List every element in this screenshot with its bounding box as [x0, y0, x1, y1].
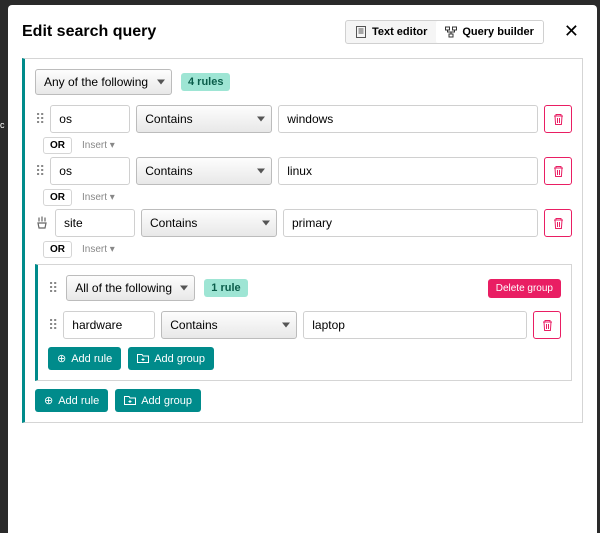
connector-row: OR Insert ▾: [43, 189, 572, 206]
rule-row: Contains: [35, 105, 572, 133]
delete-rule-button[interactable]: [544, 105, 572, 133]
add-rule-button[interactable]: ⊕Add rule: [48, 347, 121, 370]
rule-group-nested: All of the following 1 rule Delete group…: [35, 264, 572, 381]
group-mode-select[interactable]: All of the following: [66, 275, 195, 301]
editor-mode-toggle: Text editor Query builder: [345, 20, 544, 44]
grab-handle-icon[interactable]: [35, 216, 49, 230]
add-rule-button[interactable]: ⊕Add rule: [35, 389, 108, 412]
field-input[interactable]: [55, 209, 135, 237]
connector-label: OR: [43, 241, 72, 258]
delete-rule-button[interactable]: [544, 209, 572, 237]
value-input[interactable]: [303, 311, 527, 339]
connector-row: OR Insert ▾: [43, 241, 572, 258]
field-input[interactable]: [50, 157, 130, 185]
insert-button[interactable]: Insert ▾: [82, 244, 115, 255]
drag-handle-icon[interactable]: [35, 111, 44, 128]
field-input[interactable]: [63, 311, 155, 339]
value-input[interactable]: [278, 105, 538, 133]
text-editor-tab[interactable]: Text editor: [346, 21, 436, 43]
plus-circle-icon: ⊕: [44, 394, 53, 407]
rule-row: Contains: [35, 209, 572, 237]
field-input[interactable]: [50, 105, 130, 133]
insert-button[interactable]: Insert ▾: [82, 192, 115, 203]
value-input[interactable]: [283, 209, 538, 237]
folder-plus-icon: [137, 353, 149, 364]
delete-group-button[interactable]: Delete group: [488, 279, 561, 298]
add-group-button[interactable]: Add group: [115, 389, 201, 412]
delete-rule-button[interactable]: [544, 157, 572, 185]
folder-plus-icon: [124, 395, 136, 406]
trash-icon: [541, 319, 554, 332]
trash-icon: [552, 165, 565, 178]
connector-label: OR: [43, 137, 72, 154]
rule-count-badge: 4 rules: [181, 73, 230, 91]
operator-select[interactable]: Contains: [141, 209, 277, 237]
query-builder-tab[interactable]: Query builder: [436, 21, 543, 43]
drag-handle-icon[interactable]: [48, 280, 57, 297]
query-builder-label: Query builder: [462, 26, 534, 38]
drag-handle-icon[interactable]: [48, 317, 57, 334]
value-input[interactable]: [278, 157, 538, 185]
connector-label: OR: [43, 189, 72, 206]
close-button[interactable]: ✕: [560, 17, 583, 46]
trash-icon: [552, 217, 565, 230]
plus-circle-icon: ⊕: [57, 352, 66, 365]
operator-select[interactable]: Contains: [136, 157, 272, 185]
delete-rule-button[interactable]: [533, 311, 561, 339]
text-editor-label: Text editor: [372, 26, 427, 38]
drag-handle-icon[interactable]: [35, 163, 44, 180]
builder-icon: [445, 26, 457, 38]
insert-button[interactable]: Insert ▾: [82, 140, 115, 151]
rule-group-root: Any of the following 4 rules Contains OR…: [22, 58, 583, 423]
query-builder-modal: Edit search query Text editor Query buil…: [8, 5, 597, 533]
add-group-button[interactable]: Add group: [128, 347, 214, 370]
document-icon: [355, 26, 367, 38]
modal-title: Edit search query: [22, 23, 335, 41]
group-mode-select[interactable]: Any of the following: [35, 69, 172, 95]
rule-row: Contains: [35, 157, 572, 185]
rule-row: Contains: [48, 311, 561, 339]
operator-select[interactable]: Contains: [161, 311, 297, 339]
modal-header: Edit search query Text editor Query buil…: [8, 5, 597, 58]
rule-count-badge: 1 rule: [204, 279, 247, 297]
operator-select[interactable]: Contains: [136, 105, 272, 133]
connector-row: OR Insert ▾: [43, 137, 572, 154]
trash-icon: [552, 113, 565, 126]
